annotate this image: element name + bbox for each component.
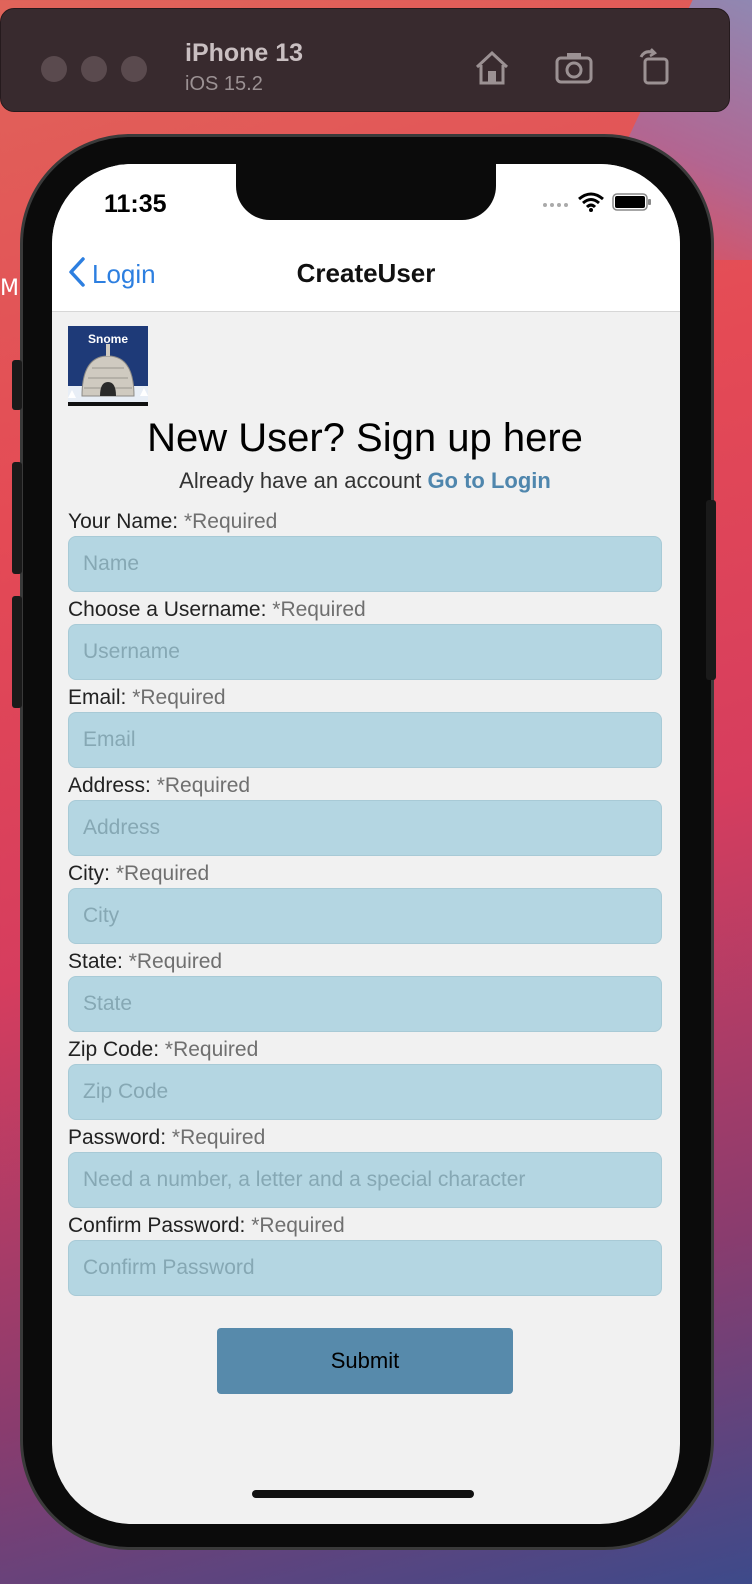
state-input[interactable]	[68, 976, 662, 1032]
required-tag: *Required	[164, 1038, 259, 1061]
signup-form: Your Name: *Required Choose a Username: …	[68, 508, 662, 1394]
field-label-text: State:	[68, 950, 123, 973]
email-input[interactable]	[68, 712, 662, 768]
required-tag: *Required	[183, 510, 278, 533]
window-minimize-button[interactable]	[81, 56, 107, 82]
field-label: Your Name: *Required	[68, 508, 662, 536]
go-to-login-link[interactable]: Go to Login	[427, 468, 550, 493]
signup-content: Snome New User? Sign up here Already hav…	[68, 326, 662, 1394]
field-password: Password: *Required	[68, 1124, 662, 1208]
wifi-icon	[578, 192, 604, 217]
field-label: Choose a Username: *Required	[68, 596, 662, 624]
home-indicator[interactable]	[252, 1490, 474, 1498]
field-label: Email: *Required	[68, 684, 662, 712]
submit-button[interactable]: Submit	[217, 1328, 513, 1394]
field-zip-code: Zip Code: *Required	[68, 1036, 662, 1120]
field-city: City: *Required	[68, 860, 662, 944]
field-label-text: Password:	[68, 1126, 167, 1149]
signal-icon	[542, 195, 570, 213]
field-state: State: *Required	[68, 948, 662, 1032]
confirm-password-input[interactable]	[68, 1240, 662, 1296]
required-tag: *Required	[272, 598, 366, 621]
login-prompt-text: Already have an account	[179, 468, 422, 493]
field-label-text: Confirm Password:	[68, 1214, 246, 1237]
status-icons	[542, 192, 652, 216]
snome-logo: Snome	[68, 326, 148, 406]
back-button-label: Login	[92, 259, 156, 289]
mute-switch	[12, 360, 22, 410]
required-tag: *Required	[115, 862, 210, 885]
phone-screen: 11:35 CreateUser Login Snome New User? S…	[52, 164, 680, 1524]
field-label-text: Your Name:	[68, 510, 179, 533]
field-email: Email: *Required	[68, 684, 662, 768]
field-label: State: *Required	[68, 948, 662, 976]
field-label: Password: *Required	[68, 1124, 662, 1152]
notch	[236, 164, 496, 220]
device-name: iPhone 13	[185, 39, 304, 67]
field-label-text: City:	[68, 862, 110, 885]
required-tag: *Required	[132, 686, 226, 709]
home-icon[interactable]	[471, 47, 513, 89]
page-headline: New User? Sign up here	[147, 416, 583, 460]
battery-icon	[612, 192, 652, 217]
chevron-left-icon	[68, 256, 86, 293]
required-tag: *Required	[156, 774, 251, 797]
window-zoom-button[interactable]	[121, 56, 147, 82]
rotate-icon[interactable]	[635, 47, 677, 89]
field-username: Choose a Username: *Required	[68, 596, 662, 680]
field-label-text: Zip Code:	[68, 1038, 160, 1061]
required-tag: *Required	[128, 950, 223, 973]
background-window-edge: M	[0, 276, 19, 301]
os-version: iOS 15.2	[185, 73, 263, 95]
screenshot-icon[interactable]	[553, 47, 595, 89]
field-label-text: Choose a Username:	[68, 598, 267, 621]
field-label-text: Email:	[68, 686, 127, 709]
required-tag: *Required	[251, 1214, 345, 1237]
city-input[interactable]	[68, 888, 662, 944]
name-input[interactable]	[68, 536, 662, 592]
back-button[interactable]: Login	[68, 256, 156, 293]
required-tag: *Required	[171, 1126, 266, 1149]
field-confirm-password: Confirm Password: *Required	[68, 1212, 662, 1296]
volume-up-button	[12, 462, 22, 574]
power-button	[706, 500, 716, 680]
field-label-text: Address:	[68, 774, 151, 797]
username-input[interactable]	[68, 624, 662, 680]
field-address: Address: *Required	[68, 772, 662, 856]
simulator-toolbar: iPhone 13 iOS 15.2	[0, 8, 730, 112]
password-input[interactable]	[68, 1152, 662, 1208]
field-label: Zip Code: *Required	[68, 1036, 662, 1064]
field-label: Address: *Required	[68, 772, 662, 800]
field-label: City: *Required	[68, 860, 662, 888]
address-input[interactable]	[68, 800, 662, 856]
window-close-button[interactable]	[41, 56, 67, 82]
logo-wordmark: Snome	[88, 332, 128, 346]
login-prompt-line: Already have an account Go to Login	[68, 468, 662, 494]
status-time: 11:35	[104, 190, 167, 218]
field-label: Confirm Password: *Required	[68, 1212, 662, 1240]
zip-code-input[interactable]	[68, 1064, 662, 1120]
volume-down-button	[12, 596, 22, 708]
field-name: Your Name: *Required	[68, 508, 662, 592]
